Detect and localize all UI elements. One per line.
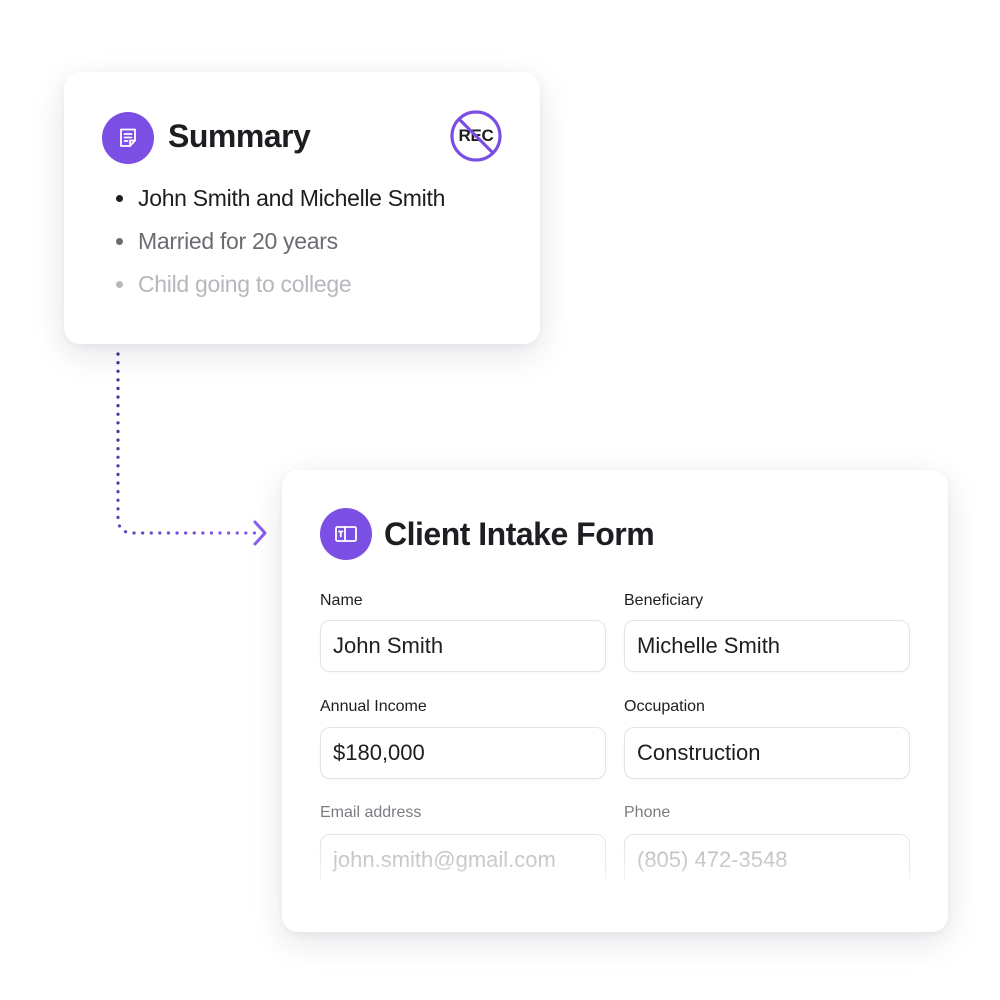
bullet-dot (116, 238, 123, 245)
list-item: Married for 20 years (116, 227, 445, 270)
beneficiary-label: Beneficiary (624, 592, 704, 609)
notes-icon (102, 112, 154, 164)
no-recording-icon (450, 110, 502, 162)
form-title: Client Intake Form (384, 516, 655, 552)
phone-label: Phone (624, 804, 671, 821)
id-card-icon (320, 508, 372, 560)
summary-title: Summary (168, 118, 311, 154)
list-item-text: Married for 20 years (138, 228, 338, 254)
annual-income-field[interactable]: $180,000 (320, 727, 606, 779)
annual-income-label: Annual Income (320, 698, 427, 715)
list-item-text: John Smith and Michelle Smith (138, 185, 446, 211)
phone-field[interactable]: (805) 472-3548 (624, 834, 910, 880)
connector-arrow (116, 352, 267, 546)
bullet-dot (116, 281, 123, 288)
summary-card: Summary REC John Smith and Michelle Smit… (64, 72, 540, 344)
list-item-text: Child going to college (138, 271, 352, 297)
list-item: John Smith and Michelle Smith (116, 184, 445, 227)
summary-list: John Smith and Michelle Smith Married fo… (116, 184, 445, 313)
client-intake-form-card: Client Intake Form Name John Smith Benef… (282, 470, 948, 932)
email-field[interactable]: john.smith@gmail.com (320, 834, 606, 880)
name-field[interactable]: John Smith (320, 620, 606, 672)
name-label: Name (320, 592, 363, 609)
email-label: Email address (320, 804, 422, 821)
occupation-label: Occupation (624, 698, 705, 715)
occupation-field[interactable]: Construction (624, 727, 910, 779)
bullet-dot (116, 195, 123, 202)
recording-off-badge[interactable]: REC (450, 110, 502, 162)
beneficiary-field[interactable]: Michelle Smith (624, 620, 910, 672)
list-item: Child going to college (116, 270, 445, 313)
